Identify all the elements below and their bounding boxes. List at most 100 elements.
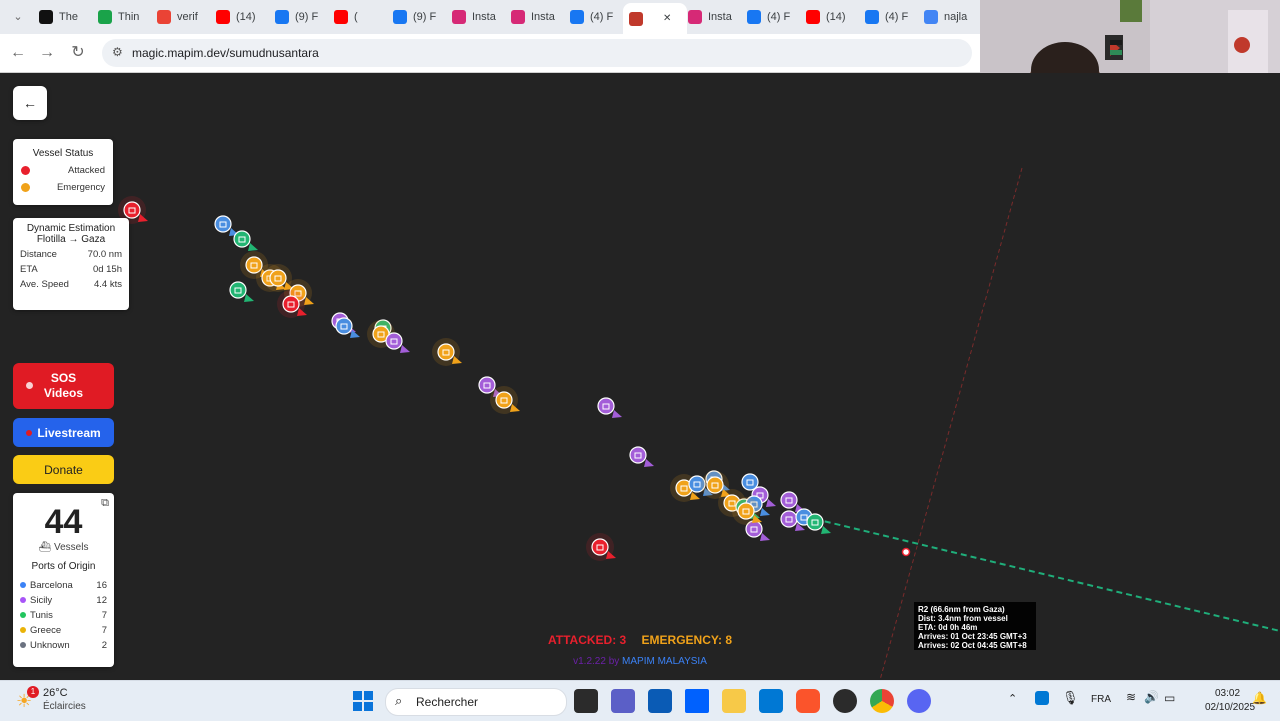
teams-icon[interactable]	[611, 689, 635, 713]
map-back-button[interactable]: ←	[13, 86, 47, 120]
tab-favicon-icon	[806, 10, 820, 24]
open-external-icon[interactable]: ⧉	[101, 497, 109, 510]
volume-icon[interactable]: 🔊	[1144, 690, 1159, 704]
tooltip-line-1: R2 (66.6nm from Gaza)	[918, 605, 1005, 614]
task-view-icon[interactable]	[574, 689, 598, 713]
notification-bell-icon[interactable]: 🔔	[1252, 691, 1267, 705]
obs-icon[interactable]	[833, 689, 857, 713]
tab-label: (14)	[236, 11, 256, 23]
tab-label: Thin	[118, 11, 140, 23]
origin-dot-icon	[20, 612, 26, 618]
heading-arrow-icon	[821, 526, 831, 534]
browser-tab[interactable]: najla	[918, 5, 982, 29]
tab-favicon-icon	[334, 10, 348, 24]
address-bar[interactable]: ⚙ magic.mapim.dev/sumudnusantara	[102, 39, 972, 67]
vessel-marker[interactable]	[629, 446, 654, 467]
taskbar-search[interactable]: ⌕ Rechercher	[385, 688, 567, 716]
start-windows-icon[interactable]	[351, 689, 375, 713]
live-dot-icon	[26, 429, 33, 436]
livestream-button[interactable]: Livestream	[13, 418, 114, 447]
vessel-marker[interactable]	[586, 533, 616, 561]
forward-arrow-icon[interactable]: →	[37, 43, 57, 63]
vessel-marker[interactable]	[385, 332, 410, 353]
sos-videos-button[interactable]: SOS Videos	[13, 363, 114, 409]
vessel-status-legend: Vessel Status Attacked Emergency	[13, 139, 113, 205]
dynamic-estimation-panel: Dynamic Estimation Flotilla → Gaza Dista…	[13, 218, 129, 310]
store-icon[interactable]	[648, 689, 672, 713]
browser-tab[interactable]: (4) F	[859, 5, 923, 29]
tooltip-line-3: ETA: 0d 0h 46m	[918, 623, 978, 632]
credit-link[interactable]: MAPIM MALAYSIA	[622, 656, 707, 667]
clock-time[interactable]: 03:02	[1215, 688, 1240, 699]
tab-favicon-icon	[865, 10, 879, 24]
tab-favicon-icon	[629, 11, 643, 26]
weather-widget[interactable]: ☀ 1	[16, 686, 40, 711]
site-info-icon[interactable]: ⚙	[112, 45, 123, 59]
dropbox-icon[interactable]	[685, 689, 709, 713]
heading-arrow-icon	[400, 345, 410, 353]
tab-favicon-icon	[688, 10, 702, 24]
microphone-icon[interactable]: 🎙	[1062, 690, 1079, 706]
vessel-marker[interactable]	[229, 281, 254, 302]
legend-item: Attacked	[21, 165, 105, 176]
version-text: v1.2.22 by	[573, 656, 620, 667]
heading-arrow-icon	[644, 459, 654, 467]
browser-tab[interactable]: Thin	[92, 5, 156, 29]
close-tab-icon[interactable]: ✕	[663, 13, 671, 24]
defender-icon[interactable]	[1035, 691, 1049, 705]
brave-icon[interactable]	[796, 689, 820, 713]
tab-label: (14)	[826, 11, 846, 23]
reload-icon[interactable]: ↻	[68, 43, 88, 63]
browser-tab[interactable]: (14)	[210, 5, 274, 29]
browser-tab[interactable]: Insta	[505, 5, 569, 29]
browser-tab[interactable]: (9) F	[269, 5, 333, 29]
vessel-marker[interactable]	[214, 215, 239, 236]
browser-tab[interactable]: (4) F	[564, 5, 628, 29]
estimation-label: Ave. Speed	[20, 279, 69, 290]
origin-title: Ports of Origin	[31, 561, 96, 572]
browser-tab[interactable]: (	[328, 5, 392, 29]
chrome-icon[interactable]	[870, 689, 894, 713]
map-canvas[interactable]: ← Vessel Status Attacked Emergency Dynami…	[0, 73, 1280, 680]
vessel-marker[interactable]	[233, 230, 258, 251]
browser-tab[interactable]: (9) F	[387, 5, 451, 29]
origin-dot-icon	[20, 582, 26, 588]
waypoint-marker[interactable]	[901, 547, 911, 557]
tab-label: najla	[944, 11, 968, 23]
browser-tab[interactable]: Insta	[682, 5, 746, 29]
wifi-icon[interactable]: ≋	[1126, 690, 1136, 704]
vessel-marker[interactable]	[490, 386, 520, 414]
origin-label: Barcelona	[30, 580, 73, 591]
tab-label: Insta	[472, 11, 496, 23]
language-indicator[interactable]: FRA	[1091, 694, 1111, 705]
file-explorer-icon[interactable]	[722, 689, 746, 713]
vessel-marker[interactable]	[597, 397, 622, 418]
tab-favicon-icon	[216, 10, 230, 24]
browser-tab[interactable]: (14)	[800, 5, 864, 29]
estimation-row: Ave. Speed 4.4 kts	[20, 279, 122, 290]
back-arrow-icon[interactable]: ←	[8, 43, 28, 63]
heading-arrow-icon	[760, 508, 770, 516]
tray-chevron-up-icon[interactable]: ⌃	[1008, 692, 1017, 705]
tab-label: Insta	[531, 11, 555, 23]
donate-button[interactable]: Donate	[13, 455, 114, 484]
origin-value: 7	[101, 610, 107, 621]
browser-tab[interactable]: (4) F	[741, 5, 805, 29]
tab-label: Insta	[708, 11, 732, 23]
clock-date[interactable]: 02/10/2025	[1205, 702, 1255, 713]
vessel-marker[interactable]	[432, 338, 462, 366]
donate-label: Donate	[44, 462, 83, 477]
weather-desc: Éclaircies	[43, 701, 86, 712]
browser-tab[interactable]: verif	[151, 5, 215, 29]
browser-tab[interactable]: The	[33, 5, 97, 29]
browser-tab[interactable]: Insta	[446, 5, 510, 29]
app-icon[interactable]	[759, 689, 783, 713]
vessel-marker[interactable]	[806, 513, 831, 534]
heading-arrow-icon	[760, 533, 770, 541]
browser-tab[interactable]: ✕	[623, 3, 687, 34]
weather-temp: 26°C	[43, 687, 68, 699]
discord-icon[interactable]	[907, 689, 931, 713]
vessel-marker[interactable]	[335, 317, 360, 338]
battery-icon[interactable]: ▭	[1164, 691, 1175, 705]
tab-list-chevron-icon[interactable]: ⌄	[8, 7, 28, 27]
